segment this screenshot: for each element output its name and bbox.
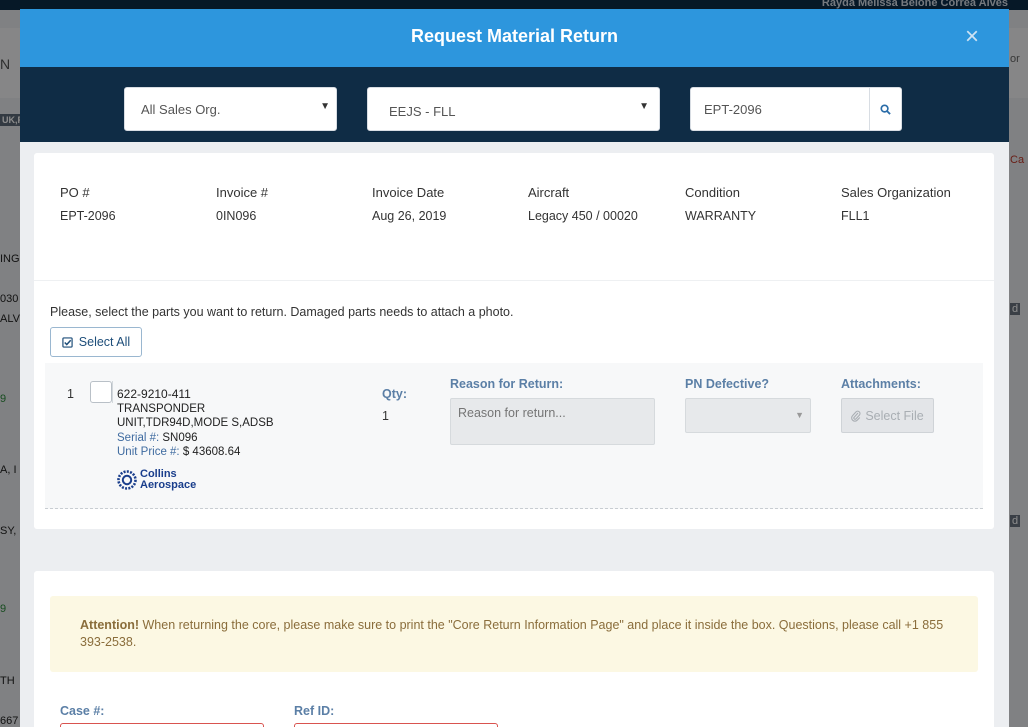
select-file-label: Select File [865, 408, 924, 423]
serial-value: SN096 [162, 431, 198, 444]
alert-text: When returning the core, please make sur… [80, 618, 944, 649]
attachments-label: Attachments: [841, 377, 921, 391]
field-label: PO # [60, 185, 90, 200]
field-value: 0IN096 [216, 209, 257, 223]
price-line: Unit Price #: $ 43608.64 [117, 445, 297, 460]
divider [112, 381, 113, 403]
collins-aerospace-logo: Collins Aerospace [117, 469, 196, 491]
po-search-box [690, 87, 902, 131]
field-label: Invoice Date [372, 185, 445, 200]
field-value: Legacy 450 / 00020 [528, 209, 638, 223]
location-select[interactable]: EEJS - FLL ▼ [367, 87, 660, 131]
return-details-card: Attention! When returning the core, plea… [34, 571, 994, 727]
field-label: Sales Organization [841, 185, 951, 200]
field-value: EPT-2096 [60, 209, 116, 223]
serial-line: Serial #: SN096 [117, 431, 297, 446]
field-label: Aircraft [528, 185, 570, 200]
sales-org-value: All Sales Org. [141, 102, 221, 117]
select-file-button[interactable]: Select File [841, 398, 934, 433]
po-search-input[interactable] [691, 88, 870, 130]
caret-down-icon: ▼ [320, 101, 330, 112]
part-details: 622-9210-411 TRANSPONDER UNIT,TDR94D,MOD… [117, 387, 297, 460]
field-label: Condition [685, 185, 740, 200]
price-label: Unit Price #: [117, 446, 180, 458]
part-checkbox[interactable] [90, 381, 112, 403]
caret-down-icon: ▼ [639, 101, 649, 112]
reason-label: Reason for Return: [450, 377, 564, 391]
po-field: PO # EPT-2096 [60, 185, 116, 223]
serial-label: Serial #: [117, 431, 160, 444]
part-description: TRANSPONDER UNIT,TDR94D,MODE S,ADSB [117, 402, 274, 430]
sales-org-field: Sales Organization FLL1 [841, 185, 951, 223]
caret-down-icon: ▼ [795, 410, 804, 420]
sales-org-select[interactable]: All Sales Org. ▼ [124, 87, 337, 131]
part-index: 1 [67, 387, 74, 401]
modal-header: Request Material Return × [20, 9, 1009, 67]
collins-logo-icon [117, 470, 137, 490]
invoice-date-field: Invoice Date Aug 26, 2019 [372, 185, 446, 223]
request-return-modal: Request Material Return × All Sales Org.… [20, 9, 1009, 727]
order-card: PO # EPT-2096 Invoice # 0IN096 Invoice D… [34, 153, 994, 529]
close-icon[interactable]: × [961, 25, 983, 49]
location-value: EEJS - FLL [389, 104, 456, 119]
part-row: 1 622-9210-411 TRANSPONDER UNIT,TDR94D,M… [45, 363, 983, 509]
pn-defective-select[interactable]: ▼ [685, 398, 811, 433]
aircraft-field: Aircraft Legacy 450 / 00020 [528, 185, 638, 223]
ref-id-input[interactable] [294, 723, 498, 727]
attention-alert: Attention! When returning the core, plea… [50, 596, 978, 672]
case-input[interactable] [60, 723, 264, 727]
search-icon [879, 103, 891, 115]
select-all-label: Select All [78, 335, 131, 349]
reason-textarea[interactable] [450, 398, 655, 445]
qty-value: 1 [382, 409, 389, 423]
qty-label: Qty: [382, 387, 407, 401]
invoice-field: Invoice # 0IN096 [216, 185, 268, 223]
logo-wordmark: Collins Aerospace [140, 469, 196, 491]
part-number: 622-9210-411 [117, 387, 191, 401]
ref-id-label: Ref ID: [294, 704, 335, 718]
paperclip-icon [851, 410, 861, 422]
price-value: $ 43608.64 [182, 446, 241, 458]
field-value: WARRANTY [685, 209, 757, 223]
modal-title: Request Material Return [410, 26, 619, 46]
filter-bar: All Sales Org. ▼ EEJS - FLL ▼ [20, 67, 1009, 142]
field-value: Aug 26, 2019 [372, 209, 447, 223]
instruction-text: Please, select the parts you want to ret… [50, 305, 514, 319]
case-label: Case #: [60, 704, 105, 718]
field-label: Invoice # [216, 185, 269, 200]
select-all-button[interactable]: Select All [50, 327, 142, 357]
condition-field: Condition WARRANTY [685, 185, 756, 223]
order-info: PO # EPT-2096 Invoice # 0IN096 Invoice D… [34, 153, 994, 281]
pn-defective-label: PN Defective? [685, 377, 770, 391]
logo-line-2: Aerospace [140, 479, 197, 491]
checkbox-icon [62, 336, 73, 348]
field-value: FLL1 [841, 209, 870, 223]
search-button[interactable] [869, 88, 901, 130]
alert-strong: Attention! [80, 618, 140, 632]
